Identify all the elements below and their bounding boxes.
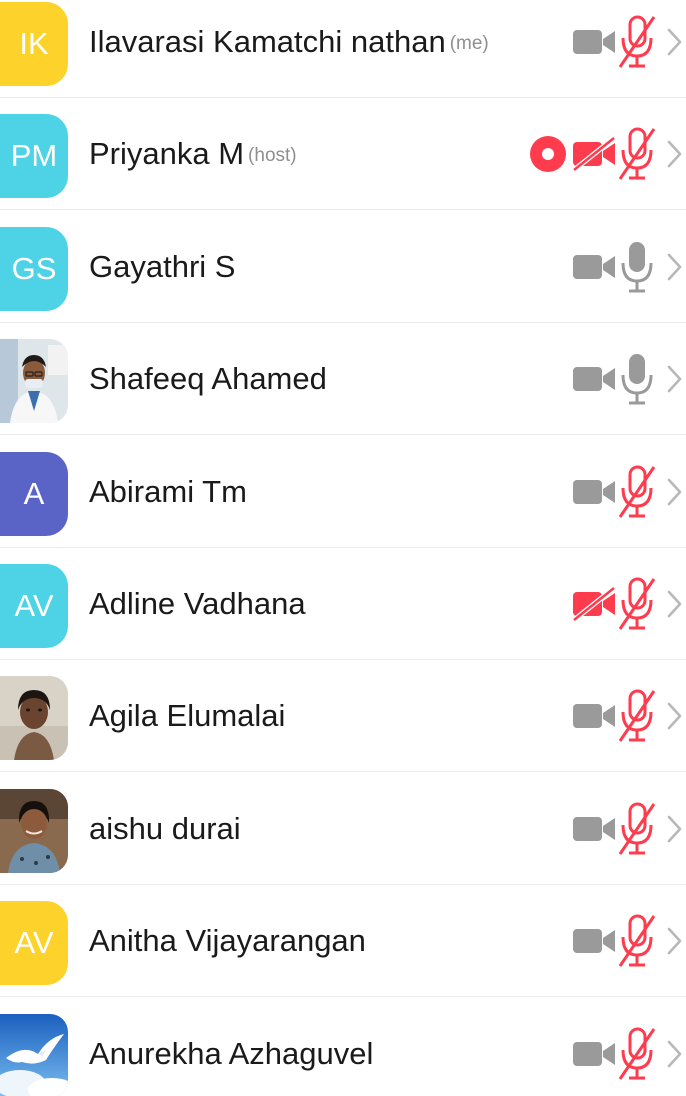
participant-row[interactable]: AV Adline Vadhana (0, 548, 686, 660)
avatar (0, 1013, 68, 1096)
microphone-icon (616, 464, 658, 520)
participant-name: Agila Elumalai (89, 688, 285, 744)
participant-name-text: Priyanka M (89, 136, 245, 172)
avatar: AV (0, 564, 68, 648)
participant-row[interactable]: PM Priyanka M (host) (0, 98, 686, 211)
avatar: A (0, 451, 68, 536)
avatar: IK (0, 2, 68, 86)
microphone-icon (616, 126, 658, 182)
participant-row[interactable]: aishu durai (0, 773, 686, 885)
participant-name: Adline Vadhana (89, 576, 306, 632)
participant-row[interactable]: A Abirami Tm (0, 436, 686, 548)
avatar: AV (0, 901, 68, 986)
microphone-icon (616, 576, 658, 632)
participant-role-label: (host) (248, 145, 297, 167)
participant-name-text: Ilavarasi Kamatchi nathan (89, 24, 446, 59)
microphone-icon (616, 351, 658, 407)
chevron-right-icon[interactable] (664, 26, 684, 58)
chevron-right-icon[interactable] (664, 700, 684, 732)
participant-row[interactable]: Shafeeq Ahamed (0, 323, 686, 436)
participant-row[interactable]: AV Anitha Vijayarangan (0, 885, 686, 998)
video-camera-icon (572, 24, 616, 60)
participant-name-text: Gayathri S (89, 248, 236, 284)
video-camera-icon (572, 923, 616, 959)
participant-name: Anitha Vijayarangan (89, 913, 366, 969)
video-camera-icon (572, 698, 616, 734)
video-camera-icon (572, 1036, 616, 1072)
participant-name-text: Anurekha Azhaguvel (89, 1035, 374, 1071)
participant-row[interactable]: IK Ilavarasi Kamatchi nathan (me) (0, 0, 686, 98)
participant-name-text: Adline Vadhana (89, 586, 306, 621)
participant-row[interactable]: Agila Elumalai (0, 660, 686, 773)
participant-name: aishu durai (89, 801, 241, 857)
microphone-icon (616, 239, 658, 295)
video-camera-icon (572, 586, 616, 622)
participant-name: Priyanka M (host) (89, 126, 297, 182)
participant-row[interactable]: Anurekha Azhaguvel (0, 998, 686, 1096)
chevron-right-icon[interactable] (664, 138, 684, 170)
video-camera-icon (572, 811, 616, 847)
video-camera-icon (572, 474, 616, 510)
participant-row[interactable]: GS Gayathri S (0, 211, 686, 323)
participants-list: IK Ilavarasi Kamatchi nathan (me) PM Priyan… (0, 0, 686, 1096)
avatar (0, 676, 68, 761)
avatar (0, 788, 68, 873)
participant-name: Anurekha Azhaguvel (89, 1026, 373, 1082)
chevron-right-icon[interactable] (664, 588, 684, 620)
participant-name: Gayathri S (89, 239, 235, 295)
participant-name-text: Agila Elumalai (89, 698, 286, 734)
recording-indicator-icon (530, 136, 566, 173)
video-camera-icon (572, 136, 616, 173)
microphone-icon (616, 1026, 658, 1082)
participant-name-text: Anitha Vijayarangan (89, 923, 366, 959)
chevron-right-icon[interactable] (664, 1038, 684, 1070)
avatar (0, 339, 68, 424)
microphone-icon (616, 688, 658, 744)
video-camera-icon (572, 361, 616, 397)
chevron-right-icon[interactable] (664, 925, 684, 957)
microphone-icon (616, 801, 658, 857)
participant-name: Ilavarasi Kamatchi nathan (me) (89, 14, 489, 70)
video-camera-icon (572, 249, 616, 285)
chevron-right-icon[interactable] (664, 813, 684, 845)
avatar: GS (0, 226, 68, 311)
chevron-right-icon[interactable] (664, 363, 684, 395)
chevron-right-icon[interactable] (664, 251, 684, 283)
participant-name: Shafeeq Ahamed (89, 351, 327, 407)
participant-name: Abirami Tm (89, 464, 247, 520)
participant-role-label: (me) (449, 33, 489, 54)
participant-name-text: Abirami Tm (89, 473, 247, 509)
participant-name-text: Shafeeq Ahamed (89, 361, 327, 397)
microphone-icon (616, 14, 658, 70)
microphone-icon (616, 913, 658, 969)
participant-name-text: aishu durai (89, 810, 241, 846)
chevron-right-icon[interactable] (664, 476, 684, 508)
avatar: PM (0, 114, 68, 199)
